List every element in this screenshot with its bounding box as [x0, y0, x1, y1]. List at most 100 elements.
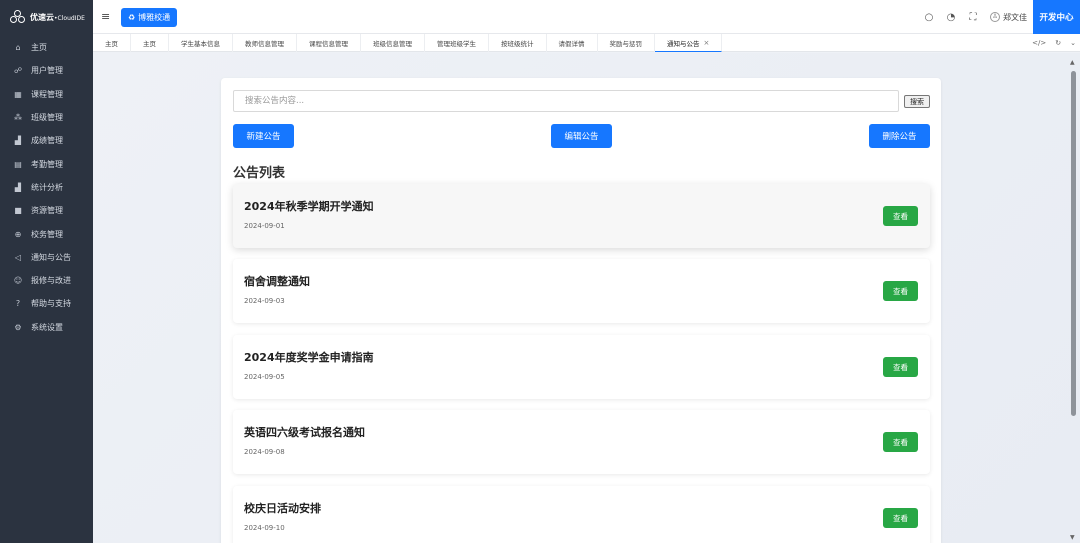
globe-icon: ⊕	[14, 229, 22, 239]
tab-label: 管理班级学生	[437, 40, 476, 48]
tab[interactable]: 奖励与惩罚	[598, 34, 655, 52]
tab-bar: 主页 主页 学生基本信息 教师信息管理 课程信息管理 班级信息管理 管理班级学生 按班级统计 请…	[93, 34, 1080, 52]
notice-card[interactable]: 英语四六级考试报名通知 2024-09-08 查看	[233, 410, 930, 474]
tab-label: 学生基本信息	[181, 40, 220, 48]
sidebar-item-label: 成绩管理	[31, 136, 63, 146]
notice-date: 2024-09-05	[244, 373, 285, 381]
folder-icon: ■	[14, 206, 22, 216]
tab[interactable]: 班级信息管理	[361, 34, 425, 52]
sidebar-item[interactable]: ? 帮助与支持	[0, 292, 93, 315]
sidebar-item[interactable]: ⚙ 系统设置	[0, 316, 93, 339]
code-icon[interactable]: </>	[1032, 39, 1046, 47]
users-icon: ☍	[13, 66, 23, 76]
search-button[interactable]: 搜索	[904, 95, 930, 108]
scroll-up-icon[interactable]: ▲	[1070, 59, 1075, 66]
notice-list-title: 公告列表	[233, 166, 286, 181]
tab-label: 主页	[143, 40, 156, 48]
chevron-down-icon[interactable]: ⌄	[1070, 39, 1076, 47]
notice-date: 2024-09-10	[244, 524, 285, 532]
notice-title: 2024年秋季学期开学通知	[244, 200, 374, 213]
sidebar-item[interactable]: ⁂ 班级管理	[0, 106, 93, 129]
app-logo[interactable]: 优速云•CloudIDE	[0, 0, 93, 34]
view-notice-button[interactable]: 查看	[883, 508, 918, 528]
sidebar-item[interactable]: ▟ 统计分析	[0, 176, 93, 199]
fullscreen-icon[interactable]: ⛶	[962, 12, 984, 23]
logo-icon	[10, 10, 26, 24]
avatar-icon: ♙	[990, 12, 1000, 22]
notice-date: 2024-09-03	[244, 297, 285, 305]
sidebar-item-label: 通知与公告	[31, 252, 71, 262]
refresh-icon[interactable]: ↻	[1055, 39, 1061, 47]
view-notice-button[interactable]: 查看	[883, 432, 918, 452]
tab-tools: </> ↻ ⌄	[1032, 34, 1076, 52]
menu-toggle-icon[interactable]: ≡	[101, 10, 110, 23]
view-notice-button[interactable]: 查看	[883, 357, 918, 377]
new-notice-button[interactable]: 新建公告	[233, 124, 294, 148]
calendar-icon: ▤	[14, 159, 22, 169]
tab[interactable]: 按班级统计	[489, 34, 547, 52]
edit-notice-button[interactable]: 编辑公告	[551, 124, 612, 148]
dev-center-button[interactable]: 开发中心	[1033, 0, 1080, 34]
tab-label: 通知与公告	[667, 39, 700, 48]
notice-card[interactable]: 校庆日活动安排 2024-09-10 查看	[233, 486, 930, 543]
sidebar-item[interactable]: ▦ 课程管理	[0, 83, 93, 106]
notice-title: 校庆日活动安排	[244, 502, 321, 515]
tab-label: 按班级统计	[501, 40, 534, 48]
tab[interactable]: 主页	[131, 34, 169, 52]
sidebar-item-label: 用户管理	[31, 66, 63, 76]
sidebar-item[interactable]: ☺ 报修与改进	[0, 269, 93, 292]
notice-date: 2024-09-01	[244, 222, 285, 230]
notice-title: 2024年度奖学金申请指南	[244, 351, 374, 364]
notice-card[interactable]: 2024年秋季学期开学通知 2024-09-01 查看	[233, 184, 930, 248]
palette-icon[interactable]: ◔	[940, 12, 962, 23]
school-switch-button[interactable]: ♻ 博雅校通	[121, 8, 178, 27]
close-icon[interactable]: ×	[704, 39, 710, 47]
view-notice-button[interactable]: 查看	[883, 281, 918, 301]
tab[interactable]: 主页	[93, 34, 131, 52]
main-content: 搜索 新建公告 编辑公告 删除公告 公告列表 2024年秋季学期开学通知2024…	[93, 53, 1080, 543]
delete-notice-button[interactable]: 删除公告	[869, 124, 930, 148]
search-row: 搜索	[233, 90, 930, 112]
scroll-down-icon[interactable]: ▼	[1070, 534, 1075, 541]
tab-label: 主页	[105, 40, 118, 48]
megaphone-icon: ◁	[14, 252, 22, 262]
notice-card[interactable]: 宿舍调整通知 2024-09-03 查看	[233, 259, 930, 323]
sidebar-item[interactable]: ▟ 成绩管理	[0, 129, 93, 152]
tab[interactable]: 学生基本信息	[169, 34, 233, 52]
sidebar-item-label: 主页	[31, 43, 47, 53]
tab[interactable]: 课程信息管理	[297, 34, 361, 52]
user-menu[interactable]: ♙ 郑文佳	[990, 12, 1027, 23]
tab[interactable]: 管理班级学生	[425, 34, 489, 52]
notice-title: 英语四六级考试报名通知	[244, 426, 365, 439]
tab-label: 请假详情	[558, 40, 585, 48]
scroll-thumb[interactable]	[1071, 71, 1076, 416]
bar-chart-icon: ▟	[14, 136, 22, 146]
stats-icon: ▟	[14, 182, 22, 192]
sidebar-item[interactable]: ◁ 通知与公告	[0, 246, 93, 269]
sidebar-item-label: 考勤管理	[31, 159, 63, 169]
notice-card[interactable]: 2024年度奖学金申请指南 2024-09-05 查看	[233, 335, 930, 399]
sidebar-item-label: 资源管理	[31, 206, 63, 216]
sidebar-menu: ⌂ 主页 ☍ 用户管理 ▦ 课程管理 ⁂ 班级管理 ▟ 成绩管理 ▤ 考勤管理 ▟ 统计分析 ■ 资源管理 ⊕ 校…	[0, 36, 93, 339]
notice-panel: 搜索 新建公告 编辑公告 删除公告 公告列表 2024年秋季学期开学通知2024…	[221, 78, 941, 543]
sidebar-item[interactable]: ▤ 考勤管理	[0, 152, 93, 175]
brand-name: 优速云•CloudIDE	[30, 12, 85, 22]
scrollbar[interactable]: ▲ ▼	[1070, 59, 1077, 541]
sidebar-item[interactable]: ⌂ 主页	[0, 36, 93, 59]
brand-suffix: CloudIDE	[57, 14, 85, 22]
tab-label: 课程信息管理	[309, 40, 348, 48]
sidebar-item[interactable]: ⊕ 校务管理	[0, 222, 93, 245]
search-input[interactable]	[233, 90, 899, 112]
sidebar-item-label: 课程管理	[31, 89, 63, 99]
view-notice-button[interactable]: 查看	[883, 206, 918, 226]
tab[interactable]: 请假详情	[547, 34, 598, 52]
sidebar-item[interactable]: ■ 资源管理	[0, 199, 93, 222]
sidebar-item[interactable]: ☍ 用户管理	[0, 59, 93, 82]
tab[interactable]: 通知与公告 ×	[655, 34, 723, 52]
help-icon: ?	[15, 299, 21, 309]
user-name: 郑文佳	[1003, 12, 1027, 22]
grid-icon: ▦	[14, 89, 22, 99]
tab[interactable]: 教师信息管理	[233, 34, 297, 52]
chat-icon[interactable]: ○	[918, 12, 940, 23]
sidebar: 优速云•CloudIDE ⌂ 主页 ☍ 用户管理 ▦ 课程管理 ⁂ 班级管理 ▟ 成绩管理 ▤ 考勤管…	[0, 0, 93, 543]
